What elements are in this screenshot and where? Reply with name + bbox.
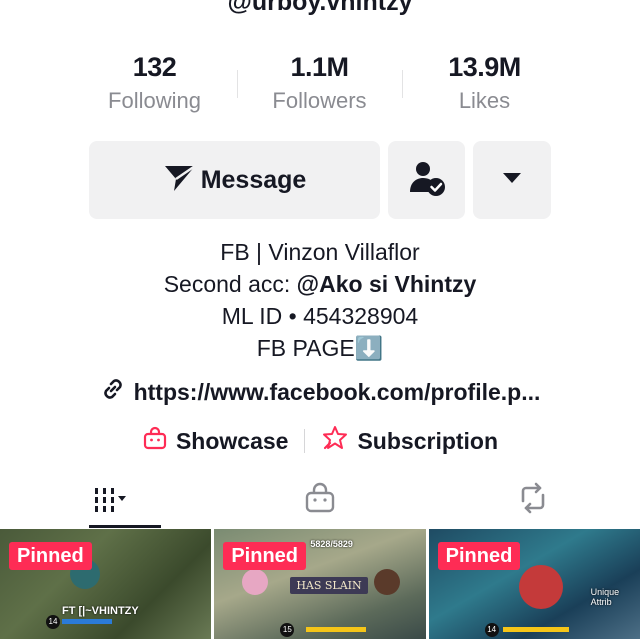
subscription-button[interactable]: Subscription	[321, 424, 498, 458]
game-character	[374, 569, 401, 595]
following-label: Following	[108, 88, 201, 113]
following-status-button[interactable]	[388, 141, 465, 219]
video-thumbnail[interactable]: Unique Attrib 14 Pinned	[428, 529, 640, 639]
video-thumbnail[interactable]: FT [|~VHINTZY 14 Pinned	[0, 529, 212, 639]
user-check-icon	[408, 159, 446, 202]
likes-label: Likes	[458, 88, 511, 113]
followers-count: 1.1M	[290, 52, 349, 82]
bio-line: ML ID • 454328904	[221, 303, 419, 329]
pinned-badge: Pinned	[223, 542, 306, 570]
stat-followers[interactable]: 1.1M Followers	[237, 50, 402, 122]
shopping-bag-icon	[142, 425, 168, 457]
link-icon	[100, 376, 126, 408]
health-bar	[502, 627, 569, 632]
video-grid: FT [|~VHINTZY 14 Pinned 5828/5829 HAS SL…	[0, 529, 640, 639]
kill-announcement: HAS SLAIN	[290, 577, 368, 594]
stat-following[interactable]: 132 Following	[72, 50, 237, 122]
level-badge: 14	[484, 623, 499, 637]
caret-down-icon	[502, 171, 522, 190]
video-overlay-text: Unique Attrib	[590, 587, 620, 607]
video-thumbnail[interactable]: 5828/5829 HAS SLAIN 15 Pinned	[214, 529, 426, 639]
showcase-label: Showcase	[175, 427, 289, 454]
bio-line: FB | Vinzon Villaflor	[220, 239, 420, 265]
likes-count: 13.9M	[448, 52, 521, 82]
profile-tabs	[0, 470, 640, 530]
shop-row: Showcase Subscription	[0, 424, 640, 458]
tab-videos[interactable]	[0, 470, 213, 530]
game-character	[242, 569, 269, 595]
tab-reposts[interactable]	[427, 470, 640, 530]
level-badge: 15	[280, 623, 295, 637]
videos-grid-icon	[79, 480, 135, 521]
shop-divider	[304, 429, 306, 453]
game-character	[518, 565, 563, 609]
followers-label: Followers	[272, 88, 367, 113]
bio-line: Second acc: @Ako si Vhintzy	[0, 268, 640, 300]
showcase-button[interactable]: Showcase	[142, 425, 289, 457]
subscription-label: Subscription	[357, 427, 499, 454]
more-button[interactable]	[473, 141, 551, 219]
profile-bio: FB | Vinzon Villaflor Second acc: @Ako s…	[0, 236, 640, 364]
profile-link-text: https://www.facebook.com/profile.p...	[133, 378, 541, 405]
stat-likes: 13.9M Likes	[402, 50, 567, 122]
shopping-bag-icon	[303, 481, 337, 520]
send-icon	[163, 163, 197, 198]
profile-actions: Message	[89, 141, 551, 219]
pinned-badge: Pinned	[9, 542, 92, 570]
bio-second-acc-label: Second acc:	[163, 271, 297, 297]
stats-row: 132 Following 1.1M Followers 13.9M Likes	[72, 50, 568, 122]
video-overlay-text: FT [|~VHINTZY	[62, 605, 139, 617]
health-bar	[62, 619, 112, 624]
star-badge-icon	[321, 424, 349, 458]
level-badge: 14	[46, 615, 60, 629]
profile-link[interactable]: https://www.facebook.com/profile.p...	[0, 376, 640, 408]
health-bar	[306, 627, 367, 632]
tab-shop[interactable]	[213, 470, 426, 530]
username: @urboy.vhintzy	[227, 0, 413, 16]
pinned-badge: Pinned	[437, 542, 521, 570]
repost-icon	[515, 481, 551, 520]
following-count: 132	[132, 52, 177, 82]
bio-line: FB PAGE⬇️	[256, 335, 384, 361]
message-label: Message	[200, 165, 307, 194]
bio-mention[interactable]: @Ako si Vhintzy	[297, 271, 477, 297]
video-overlay-text: 5828/5829	[310, 539, 353, 549]
message-button[interactable]: Message	[89, 141, 380, 219]
